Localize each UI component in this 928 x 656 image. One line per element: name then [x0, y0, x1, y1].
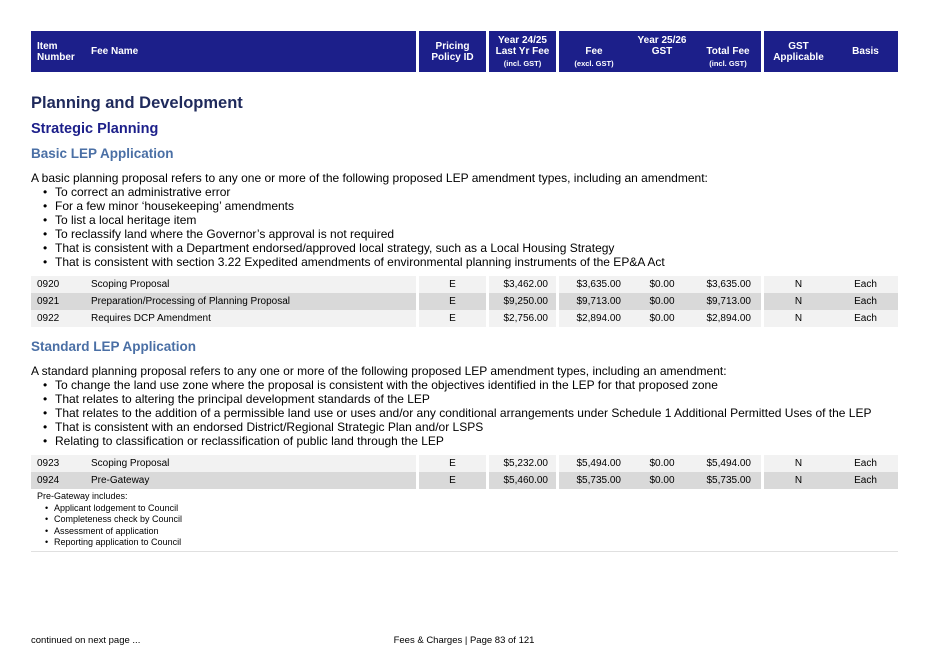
cell-item: 0924: [37, 475, 60, 486]
cell-gst-applicable: N: [794, 313, 803, 324]
header-last-yr-fee: Year 24/25 Last Yr Fee (incl. GST): [489, 31, 556, 72]
cell-gst-applicable: N: [794, 475, 803, 486]
cell-basis: Each: [854, 458, 877, 469]
section-title: Planning and Development: [31, 94, 243, 112]
header-basis: Basis: [833, 31, 898, 72]
cell-gst: $0.00: [649, 313, 675, 324]
list-item: Relating to classification or reclassifi…: [43, 434, 901, 448]
cell-policy: E: [449, 475, 456, 486]
list-item: That relates to the addition of a permis…: [43, 406, 901, 420]
cell-last-fee: $2,756.00: [503, 313, 549, 324]
cell-last-fee: $3,462.00: [503, 279, 549, 290]
pre-gateway-note: Pre-Gateway includes: Applicant lodgemen…: [31, 490, 898, 552]
cell-gst-applicable: N: [794, 279, 803, 290]
table-header: Item Number Fee Name Pricing Policy ID Yea…: [31, 31, 898, 72]
cell-total: $2,894.00: [706, 313, 752, 324]
cell-name: Scoping Proposal: [91, 279, 170, 290]
cell-item: 0920: [37, 279, 60, 290]
cell-gst-applicable: N: [794, 296, 803, 307]
table-row: 0921 Preparation/Processing of Planning …: [31, 293, 898, 310]
cell-fee: $2,894.00: [576, 313, 622, 324]
cell-basis: Each: [854, 475, 877, 486]
table-row: 0923 Scoping Proposal E $5,232.00 $5,494…: [31, 455, 898, 472]
group-title-standard: Standard LEP Application: [31, 339, 197, 354]
list-item: That relates to altering the principal d…: [43, 392, 901, 406]
cell-item: 0921: [37, 296, 60, 307]
intro-text: A basic planning proposal refers to any …: [31, 171, 708, 185]
cell-basis: Each: [854, 279, 877, 290]
cell-policy: E: [449, 313, 456, 324]
header-total-fee: Total Fee (incl. GST): [695, 31, 761, 72]
intro-basic: A basic planning proposal refers to any …: [31, 171, 901, 269]
header-item-number: Item Number: [31, 31, 83, 72]
cell-gst: $0.00: [649, 296, 675, 307]
table-row: 0920 Scoping Proposal E $3,462.00 $3,635…: [31, 276, 898, 293]
cell-item: 0922: [37, 313, 60, 324]
cell-fee: $9,713.00: [576, 296, 622, 307]
group-title-basic: Basic LEP Application: [31, 146, 174, 161]
cell-name: Pre-Gateway: [91, 475, 150, 486]
cell-name: Preparation/Processing of Planning Propo…: [91, 296, 291, 307]
cell-total: $3,635.00: [706, 279, 752, 290]
header-fee: Fee (excl. GST): [559, 31, 629, 72]
list-item: To correct an administrative error: [43, 185, 901, 199]
cell-total: $5,494.00: [706, 458, 752, 469]
list-item: To reclassify land where the Governor’s …: [43, 227, 901, 241]
cell-gst: $0.00: [649, 458, 675, 469]
list-item: That is consistent with section 3.22 Exp…: [43, 255, 901, 269]
table-row: 0924 Pre-Gateway E $5,460.00 $5,735.00 $…: [31, 472, 898, 489]
list-item: Applicant lodgement to Council: [45, 503, 898, 515]
cell-gst: $0.00: [649, 279, 675, 290]
bullet-list: To change the land use zone where the pr…: [43, 378, 901, 448]
cell-last-fee: $9,250.00: [503, 296, 549, 307]
cell-last-fee: $5,460.00: [503, 475, 549, 486]
cell-fee: $3,635.00: [576, 279, 622, 290]
cell-policy: E: [449, 296, 456, 307]
list-item: Assessment of application: [45, 526, 898, 538]
bullet-list: To correct an administrative error For a…: [43, 185, 901, 269]
header-fee-name: Fee Name: [83, 31, 416, 72]
cell-last-fee: $5,232.00: [503, 458, 549, 469]
list-item: Reporting application to Council: [45, 537, 898, 549]
list-item: That is consistent with an endorsed Dist…: [43, 420, 901, 434]
cell-item: 0923: [37, 458, 60, 469]
cell-name: Requires DCP Amendment: [91, 313, 211, 324]
note-heading: Pre-Gateway includes:: [37, 491, 128, 501]
cell-gst: $0.00: [649, 475, 675, 486]
fee-table-basic: 0920 Scoping Proposal E $3,462.00 $3,635…: [31, 276, 898, 327]
list-item: Completeness check by Council: [45, 514, 898, 526]
intro-standard: A standard planning proposal refers to a…: [31, 364, 901, 448]
header-gst-applicable: GST Applicable: [764, 31, 833, 72]
list-item: To list a local heritage item: [43, 213, 901, 227]
page-footer: Fees & Charges | Page 83 of 121: [393, 635, 535, 646]
cell-policy: E: [449, 279, 456, 290]
cell-name: Scoping Proposal: [91, 458, 170, 469]
cell-fee: $5,494.00: [576, 458, 622, 469]
fee-table-standard: 0923 Scoping Proposal E $5,232.00 $5,494…: [31, 455, 898, 489]
cell-policy: E: [449, 458, 456, 469]
cell-total: $9,713.00: [706, 296, 752, 307]
list-item: For a few minor ‘housekeeping’ amendment…: [43, 199, 901, 213]
header-gst: Year 25/26 GST: [629, 31, 695, 72]
cell-total: $5,735.00: [706, 475, 752, 486]
note-list: Applicant lodgement to Council Completen…: [45, 503, 898, 549]
cell-basis: Each: [854, 296, 877, 307]
intro-text: A standard planning proposal refers to a…: [31, 364, 727, 378]
list-item: That is consistent with a Department end…: [43, 241, 901, 255]
cell-basis: Each: [854, 313, 877, 324]
list-item: To change the land use zone where the pr…: [43, 378, 901, 392]
subsection-title: Strategic Planning: [31, 121, 159, 137]
cell-gst-applicable: N: [794, 458, 803, 469]
table-row: 0922 Requires DCP Amendment E $2,756.00 …: [31, 310, 898, 327]
header-pricing-policy: Pricing Policy ID: [419, 31, 486, 72]
cell-fee: $5,735.00: [576, 475, 622, 486]
